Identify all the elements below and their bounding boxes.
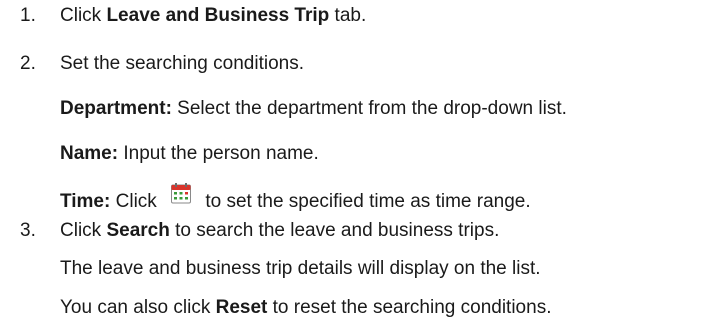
note-text-suffix: to reset the searching conditions. bbox=[267, 297, 552, 318]
step-text: Click Leave and Business Trip tab. bbox=[60, 4, 366, 28]
detail-name: Name: Input the person name. bbox=[60, 142, 319, 166]
step-1: 1. Click Leave and Business Trip tab. bbox=[0, 4, 720, 28]
step-text: Set the searching conditions. bbox=[60, 53, 304, 74]
step-number: 1. bbox=[20, 5, 36, 26]
detail-text: Select the department from the drop-down… bbox=[171, 98, 567, 119]
detail-text: Click bbox=[110, 191, 163, 212]
step-number: 3. bbox=[20, 220, 36, 241]
detail-label: Department: bbox=[60, 98, 172, 119]
detail-time: Time: Click to set the specified time as… bbox=[60, 183, 531, 212]
step-text: Click Search to search the leave and bus… bbox=[60, 219, 499, 243]
step-text-prefix: Click bbox=[60, 5, 107, 26]
step-3: 3. Click Search to search the leave and … bbox=[0, 219, 720, 243]
detail-label: Time: bbox=[60, 191, 111, 212]
step-bold-term: Search bbox=[106, 220, 170, 241]
calendar-icon bbox=[170, 183, 192, 210]
detail-text: Input the person name. bbox=[118, 143, 319, 164]
step-text-prefix: Click bbox=[60, 220, 107, 241]
note-text: The leave and business trip details will… bbox=[60, 258, 541, 279]
step-text-suffix: tab. bbox=[329, 5, 367, 26]
step-bold-term: Leave and Business Trip bbox=[106, 5, 330, 26]
step-2: 2. Set the searching conditions. bbox=[0, 52, 720, 76]
step-text-suffix: to search the leave and business trips. bbox=[169, 220, 500, 241]
step-3-note-1: The leave and business trip details will… bbox=[60, 257, 541, 281]
detail-department: Department: Select the department from t… bbox=[60, 97, 567, 121]
note-text-prefix: You can also click bbox=[60, 297, 216, 318]
step-3-note-2: You can also click Reset to reset the se… bbox=[60, 296, 551, 320]
note-bold-term: Reset bbox=[215, 297, 268, 318]
detail-label: Name: bbox=[60, 143, 119, 164]
step-number: 2. bbox=[20, 53, 36, 74]
detail-text: to set the specified time as time range. bbox=[200, 191, 531, 212]
